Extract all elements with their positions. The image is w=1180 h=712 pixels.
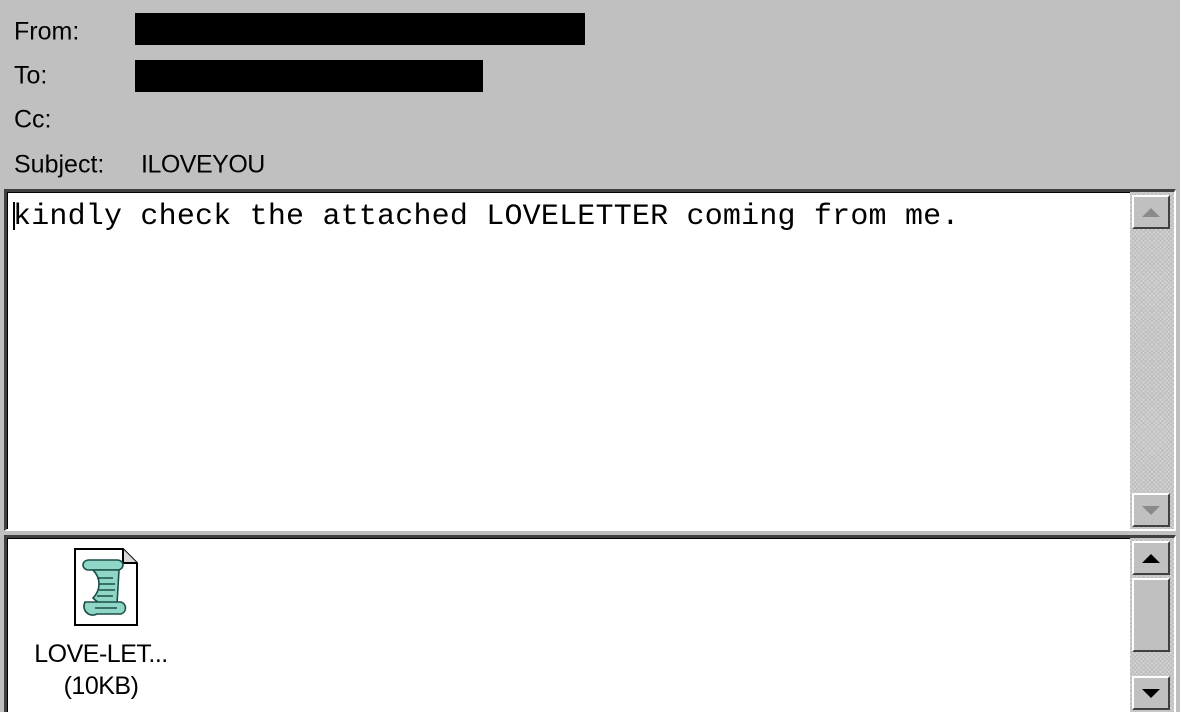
script-scroll-icon [74,548,138,626]
scroll-up-button[interactable] [1132,195,1170,229]
cc-row: Cc: [0,100,1180,140]
attachments-scroll-down-button[interactable] [1132,676,1170,710]
to-row: To: [0,56,1180,96]
attachments-scrollbar[interactable] [1130,538,1174,712]
to-redacted-value [135,60,483,92]
cc-label: Cc: [14,105,52,134]
subject-row: Subject: ILOVEYOU [0,145,1180,185]
arrow-up-icon [1142,207,1160,217]
attachment-size: (10KB) [63,672,139,700]
attachment-item[interactable]: LOVE-LET... (10KB) [11,542,191,710]
attachments-scroll-thumb[interactable] [1132,578,1170,652]
message-body-scrollbar[interactable] [1130,192,1174,529]
message-body-pane[interactable]: kindly check the attached LOVELETTER com… [4,189,1176,531]
from-row: From: [0,12,1180,52]
attachments-pane: LOVE-LET... (10KB) [4,535,1176,712]
from-label: From: [14,17,80,46]
attachments-scroll-up-button[interactable] [1132,541,1170,575]
message-body-text[interactable]: kindly check the attached LOVELETTER com… [13,200,960,234]
arrow-up-icon [1142,553,1160,563]
attachment-name: LOVE-LET... [34,640,168,668]
to-label: To: [14,61,48,90]
subject-label: Subject: [14,150,105,179]
subject-value: ILOVEYOU [141,150,265,179]
arrow-down-icon [1142,505,1160,515]
arrow-down-icon [1142,688,1160,698]
from-redacted-value [135,13,585,45]
scroll-down-button[interactable] [1132,493,1170,527]
